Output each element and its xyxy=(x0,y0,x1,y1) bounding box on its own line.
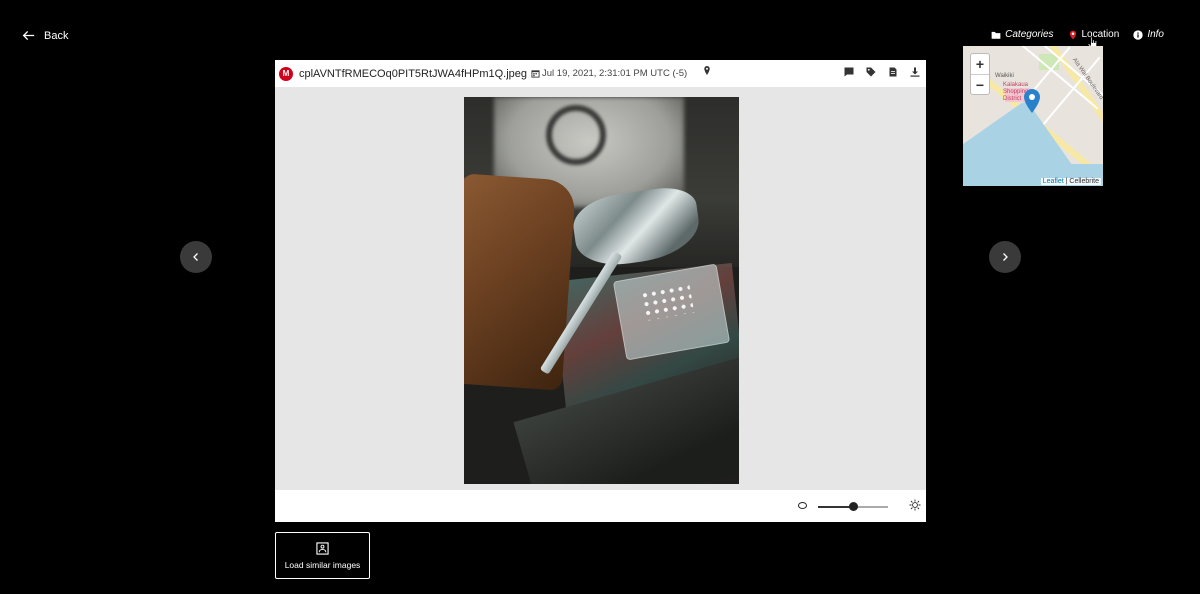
location-pin-icon[interactable] xyxy=(703,66,711,75)
tag-icon[interactable] xyxy=(866,67,876,77)
info-button[interactable]: Info xyxy=(1133,29,1164,40)
previous-image-button[interactable] xyxy=(180,241,212,273)
header-actions xyxy=(844,67,920,77)
image-canvas[interactable] xyxy=(275,87,926,519)
arrow-left-icon xyxy=(22,30,35,41)
contrast-icon xyxy=(798,502,807,509)
top-nav: Categories Location Info xyxy=(991,29,1164,40)
brightness-icon xyxy=(909,499,921,511)
file-timestamp: Jul 19, 2021, 2:31:01 PM UTC (-5) xyxy=(531,68,687,79)
map-zoom-in-button[interactable]: + xyxy=(971,54,989,74)
map-zoom-control: + − xyxy=(970,53,990,95)
chevron-left-icon xyxy=(193,253,198,261)
categories-label: Categories xyxy=(1005,29,1054,40)
map-attribution: Leaflet | Cellebrite xyxy=(1040,178,1101,185)
map-label-district: Waikiki xyxy=(995,73,1014,79)
load-similar-images-button[interactable]: Load similar images xyxy=(275,532,370,579)
calendar-icon xyxy=(531,70,540,78)
file-name: cplAVNTfRMECOq0PIT5RtJWA4fHPm1Q.jpeg xyxy=(299,67,528,80)
info-icon xyxy=(1133,29,1143,40)
image-viewer: M cplAVNTfRMECOq0PIT5RtJWA4fHPm1Q.jpeg J… xyxy=(275,60,926,522)
evidence-photo[interactable] xyxy=(464,97,739,484)
timestamp-text: Jul 19, 2021, 2:31:01 PM UTC (-5) xyxy=(542,68,688,79)
download-icon[interactable] xyxy=(910,67,920,77)
back-label: Back xyxy=(44,29,69,42)
next-image-button[interactable] xyxy=(989,241,1021,273)
chevron-right-icon xyxy=(1003,253,1008,261)
back-button[interactable]: Back xyxy=(22,29,68,42)
file-icon[interactable] xyxy=(888,67,898,77)
folder-icon xyxy=(991,31,1001,39)
map-zoom-out-button[interactable]: − xyxy=(971,74,989,94)
location-map[interactable]: Waikiki Kalakaua Shopping District Ala W… xyxy=(963,46,1103,186)
location-pin-icon xyxy=(1069,30,1076,39)
leaflet-link[interactable]: Leaflet xyxy=(1043,178,1064,185)
image-icon xyxy=(316,541,329,555)
slider-thumb[interactable] xyxy=(849,502,858,511)
comment-icon[interactable] xyxy=(844,67,854,77)
contrast-slider[interactable] xyxy=(818,502,888,511)
info-label: Info xyxy=(1147,29,1164,40)
attribution-provider: Cellebrite xyxy=(1069,178,1099,185)
app-logo: M xyxy=(279,66,293,81)
viewer-header: M cplAVNTfRMECOq0PIT5RtJWA4fHPm1Q.jpeg J… xyxy=(275,60,926,87)
categories-button[interactable]: Categories xyxy=(991,29,1054,40)
slider-fill xyxy=(818,506,853,508)
viewer-footer xyxy=(275,490,926,522)
map-marker-icon[interactable] xyxy=(1024,89,1040,113)
load-similar-label: Load similar images xyxy=(284,559,361,570)
